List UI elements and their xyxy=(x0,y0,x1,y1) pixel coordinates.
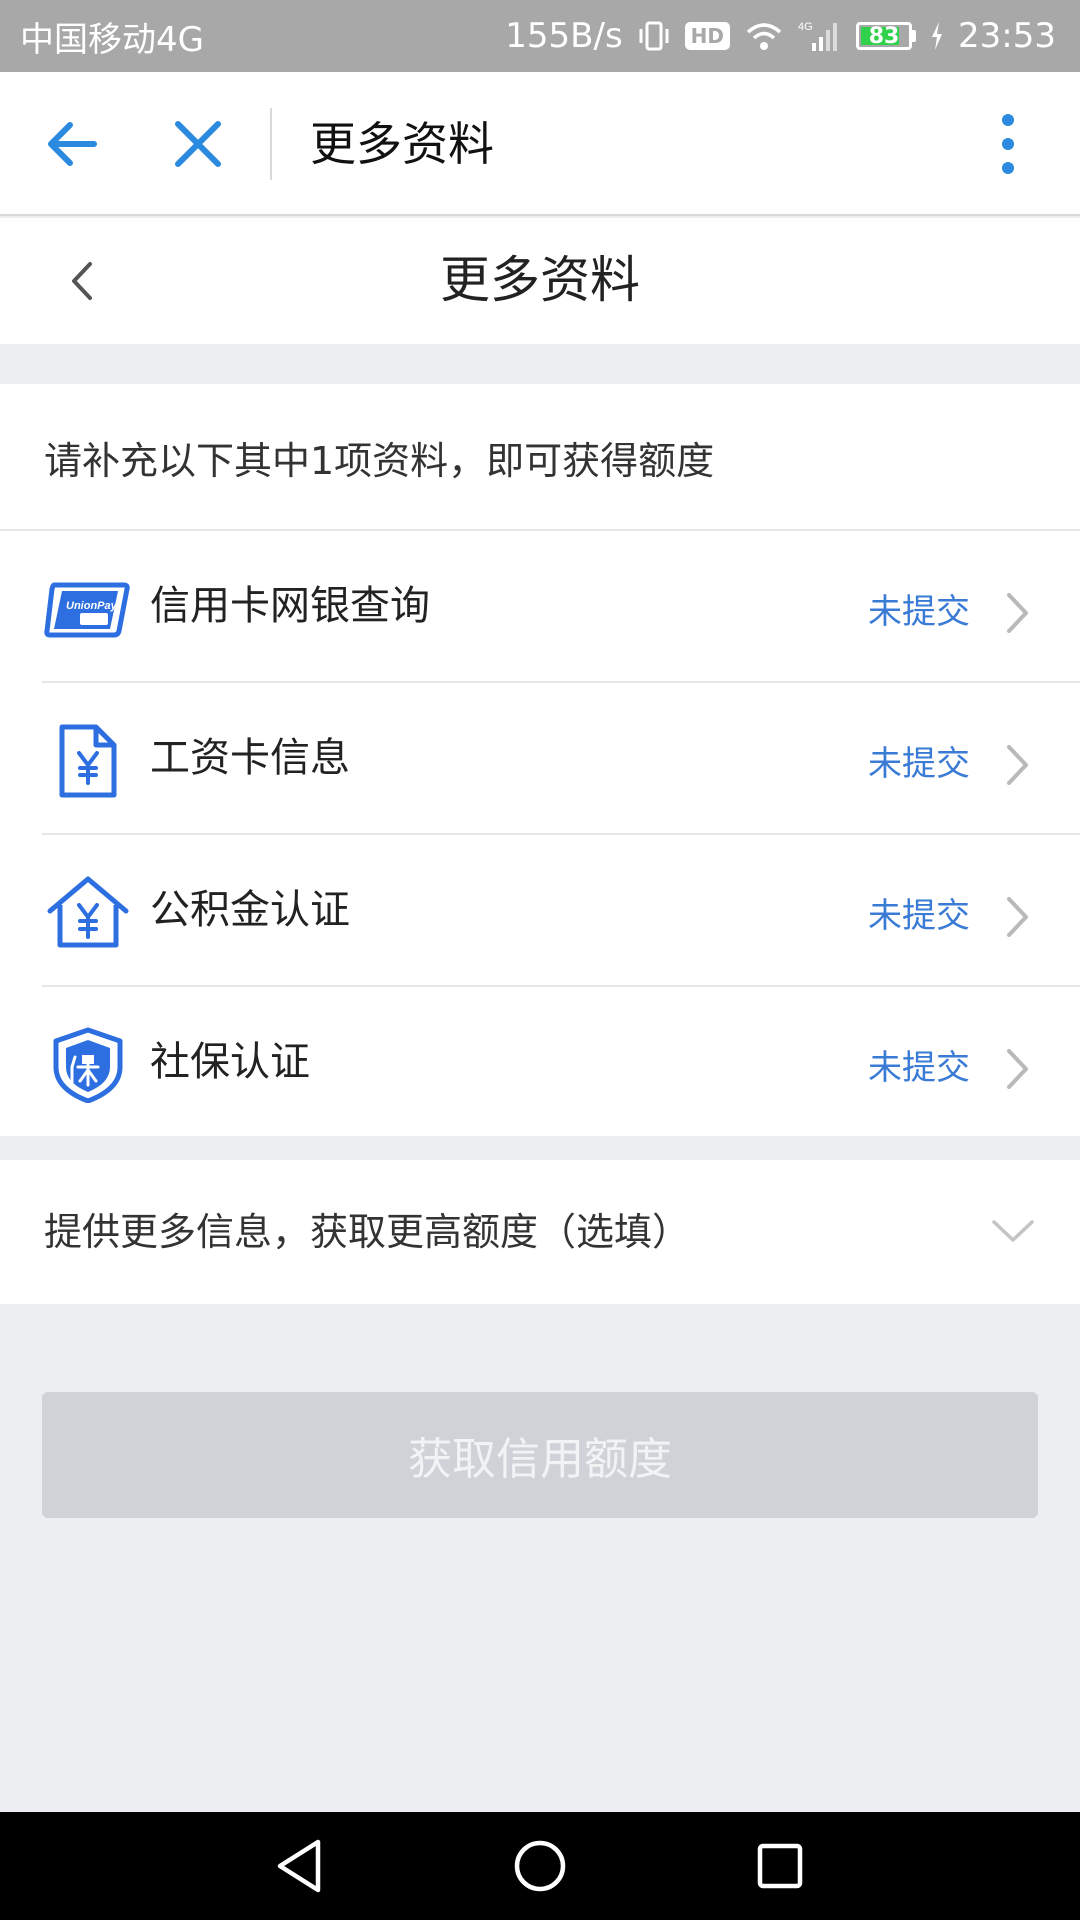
required-info-section: 请补充以下其中1项资料，即可获得额度 UnionPay 信用卡网银查询 未提交 xyxy=(0,384,1080,1136)
item-label: 信用卡网银查询 xyxy=(150,583,430,629)
status-bar: 中国移动4G 155B/s HD 4G 83 23:53 xyxy=(0,0,1080,72)
battery-level: 83 xyxy=(868,23,900,49)
network-type-label: 4G xyxy=(798,21,813,33)
system-nav-bar xyxy=(0,1812,1080,1920)
network-speed: 155B/s xyxy=(505,16,623,56)
item-status: 未提交 xyxy=(868,592,970,632)
more-vertical-icon[interactable] xyxy=(990,112,1026,176)
item-label: 工资卡信息 xyxy=(150,735,350,781)
battery-icon: 83 xyxy=(856,22,913,50)
wifi-icon xyxy=(744,20,784,52)
salary-document-icon xyxy=(44,723,132,799)
social-security-shield-icon xyxy=(44,1027,132,1104)
housing-fund-icon xyxy=(44,875,132,951)
page-header: 更多资料 xyxy=(0,218,1080,344)
signal-icon: 4G xyxy=(798,19,842,53)
nav-back-icon[interactable] xyxy=(268,1834,332,1898)
list-item-social-security[interactable]: 社保认证 未提交 xyxy=(0,987,1080,1139)
item-status: 未提交 xyxy=(868,896,970,936)
chevron-right-icon xyxy=(1002,743,1032,787)
battery-indicator: 83 xyxy=(856,22,917,50)
item-label: 社保认证 xyxy=(150,1039,310,1085)
chevron-right-icon xyxy=(1002,591,1032,635)
chevron-right-icon xyxy=(1002,1047,1032,1091)
vibrate-icon xyxy=(637,19,671,53)
item-status: 未提交 xyxy=(868,744,970,784)
chevron-down-icon xyxy=(990,1214,1036,1248)
list-item-housing-fund[interactable]: 公积金认证 未提交 xyxy=(0,835,1080,987)
nav-home-icon[interactable] xyxy=(508,1834,572,1898)
svg-text:UnionPay: UnionPay xyxy=(66,600,118,612)
chevron-right-icon xyxy=(1002,895,1032,939)
hd-badge: HD xyxy=(684,22,731,50)
close-icon[interactable] xyxy=(172,118,224,170)
list-item-credit-card-banking[interactable]: UnionPay 信用卡网银查询 未提交 xyxy=(0,531,1080,683)
toolbar-title: 更多资料 xyxy=(310,117,494,171)
status-indicators: 155B/s HD 4G 83 23:53 xyxy=(505,16,1056,56)
optional-info-label: 提供更多信息，获取更高额度（选填） xyxy=(44,1210,691,1254)
arrow-left-icon[interactable] xyxy=(44,116,100,172)
list-item-salary-card[interactable]: 工资卡信息 未提交 xyxy=(0,683,1080,835)
item-label: 公积金认证 xyxy=(150,887,350,933)
nav-recents-icon[interactable] xyxy=(748,1834,812,1898)
clock: 23:53 xyxy=(958,16,1056,56)
charging-icon xyxy=(930,22,944,50)
carrier-label: 中国移动4G xyxy=(20,19,204,60)
battery-tip xyxy=(912,30,917,42)
toolbar-divider xyxy=(270,108,272,180)
optional-info-toggle[interactable]: 提供更多信息，获取更高额度（选填） xyxy=(0,1160,1080,1304)
unionpay-card-icon: UnionPay xyxy=(44,571,132,647)
get-credit-limit-button[interactable]: 获取信用额度 xyxy=(42,1392,1038,1518)
section-hint: 请补充以下其中1项资料，即可获得额度 xyxy=(44,439,715,483)
page-title: 更多资料 xyxy=(440,251,640,309)
screen: 中国移动4G 155B/s HD 4G 83 23:53 更多资料 更多资料 请… xyxy=(0,0,1080,1920)
app-toolbar: 更多资料 xyxy=(0,72,1080,216)
item-status: 未提交 xyxy=(868,1048,970,1088)
